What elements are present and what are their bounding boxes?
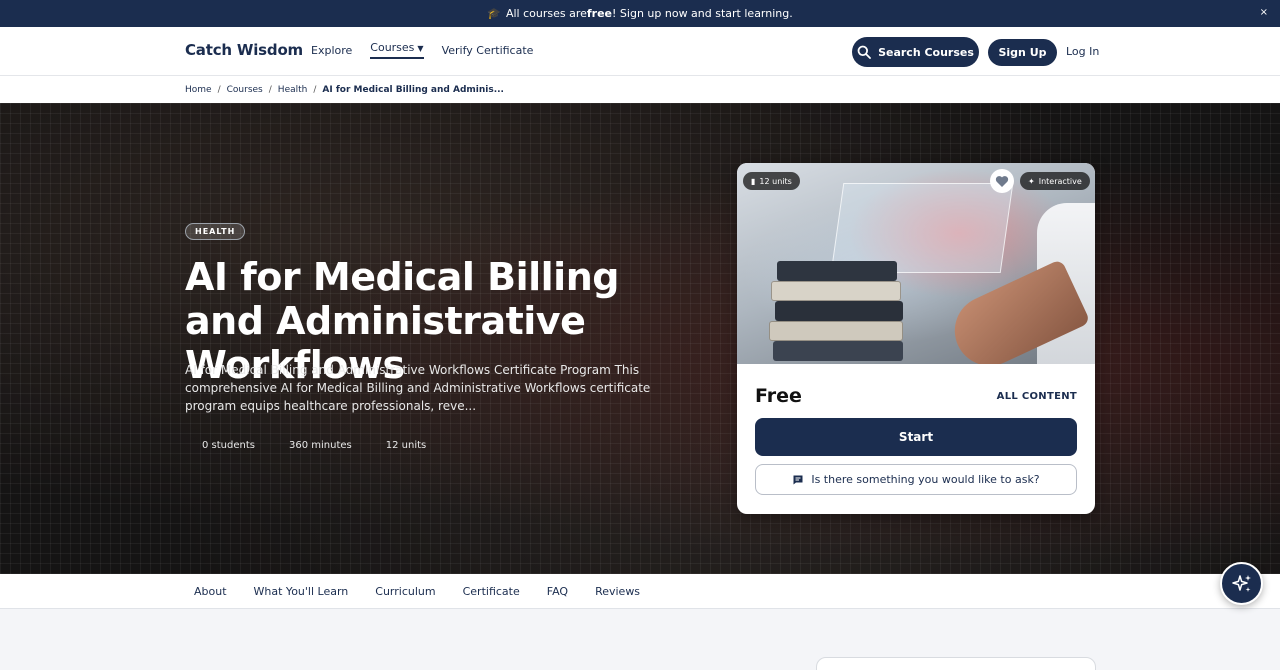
chevron-down-icon: ▼	[417, 44, 424, 53]
units-count: 12 units	[385, 440, 427, 451]
start-button[interactable]: Start	[755, 418, 1077, 456]
nav-verify-certificate[interactable]: Verify Certificate	[442, 44, 534, 59]
search-courses-button[interactable]: Search Courses	[852, 37, 979, 67]
nav-explore[interactable]: Explore	[311, 44, 352, 59]
breadcrumb-separator: /	[268, 84, 272, 95]
interactive-badge-label: Interactive	[1038, 176, 1082, 186]
tab-about[interactable]: About	[194, 585, 227, 598]
tab-certificate[interactable]: Certificate	[463, 585, 520, 598]
announcement-prefix: All courses are	[505, 7, 587, 20]
favorite-button[interactable]	[990, 169, 1014, 193]
sparkles-icon	[1231, 574, 1251, 592]
main-nav: Explore Courses ▼ Verify Certificate	[311, 41, 534, 59]
nav-courses-label: Courses	[370, 41, 415, 54]
breadcrumb-separator: /	[217, 84, 221, 95]
close-icon[interactable]: ×	[1260, 7, 1268, 18]
breadcrumb-courses[interactable]: Courses	[227, 85, 263, 95]
course-image	[737, 163, 1095, 364]
graduation-cap-icon: 🎓	[487, 7, 501, 20]
students-count: 0 students	[202, 440, 255, 451]
sidebar-card	[816, 657, 1096, 670]
units-badge: ▮ 12 units	[743, 172, 800, 190]
breadcrumb-separator: /	[313, 84, 317, 95]
signup-button[interactable]: Sign Up	[988, 39, 1057, 66]
nav-courses[interactable]: Courses ▼	[370, 41, 424, 59]
duration-minutes: 360 minutes	[288, 440, 352, 451]
ask-question-label: Is there something you would like to ask…	[811, 473, 1040, 486]
logo[interactable]: Catch Wisdom	[185, 41, 303, 59]
announcement-bar: 🎓 All courses are free! Sign up now and …	[0, 0, 1280, 27]
breadcrumb-category[interactable]: Health	[278, 85, 308, 95]
tab-faq[interactable]: FAQ	[547, 585, 568, 598]
ai-assistant-button[interactable]	[1220, 562, 1263, 605]
ask-question-button[interactable]: Is there something you would like to ask…	[755, 464, 1077, 495]
interactive-badge: ✦ Interactive	[1020, 172, 1090, 190]
price-label: Free	[755, 385, 802, 407]
chat-icon	[793, 475, 803, 484]
login-link[interactable]: Log In	[1066, 45, 1099, 58]
announcement-suffix: ! Sign up now and start learning.	[612, 7, 793, 20]
course-hero: HEALTH AI for Medical Billing and Admini…	[0, 103, 1280, 574]
access-label: ALL CONTENT	[996, 391, 1077, 402]
tab-curriculum[interactable]: Curriculum	[375, 585, 435, 598]
search-icon	[857, 45, 871, 59]
sparkle-icon: ✦	[1028, 176, 1035, 186]
site-header: Catch Wisdom Explore Courses ▼ Verify Cer…	[0, 27, 1280, 76]
tab-what-youll-learn[interactable]: What You'll Learn	[254, 585, 349, 598]
section-tabs: About What You'll Learn Curriculum Certi…	[0, 574, 1280, 609]
breadcrumb-home[interactable]: Home	[185, 85, 212, 95]
breadcrumb: Home / Courses / Health / AI for Medical…	[0, 76, 1280, 103]
course-description: AI for Medical Billing and Administrativ…	[185, 363, 651, 413]
search-courses-label: Search Courses	[878, 45, 974, 59]
breadcrumb-current: AI for Medical Billing and Adminis...	[322, 84, 504, 95]
units-badge-label: 12 units	[759, 176, 792, 186]
announcement-highlight: free	[586, 7, 613, 20]
tab-reviews[interactable]: Reviews	[595, 585, 640, 598]
book-icon: ▮	[751, 176, 756, 186]
heart-icon	[995, 175, 1009, 187]
course-card: ▮ 12 units ✦ Interactive Free ALL CONTEN…	[737, 163, 1095, 514]
category-tag: HEALTH	[185, 223, 246, 240]
course-stats: 0 students 360 minutes 12 units	[202, 440, 460, 451]
